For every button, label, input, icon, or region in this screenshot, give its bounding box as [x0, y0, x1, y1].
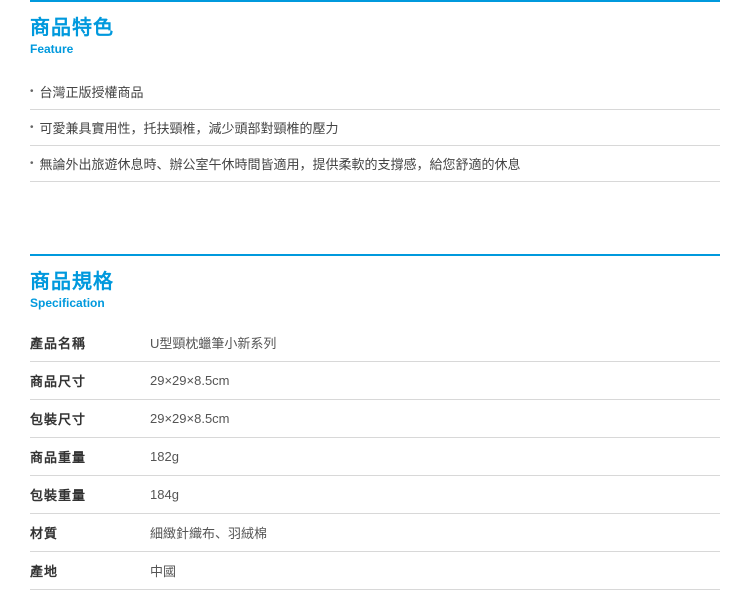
feature-title-zh: 商品特色 [30, 16, 720, 40]
feature-text: 無論外出旅遊休息時、辦公室午休時間皆適用，提供柔軟的支撐感，給您舒適的休息 [40, 154, 521, 173]
feature-header: 商品特色 Feature [30, 16, 720, 56]
spec-label: 材質 [30, 514, 150, 552]
spec-value: 中國 [150, 552, 720, 590]
spec-value: 29×29×8.5cm [150, 400, 720, 438]
spec-rule [30, 254, 720, 256]
feature-list: 台灣正版授權商品 可愛兼具實用性，托扶頸椎，減少頭部對頸椎的壓力 無論外出旅遊休… [30, 74, 720, 182]
spec-label: 包裝重量 [30, 476, 150, 514]
spec-row: 產品名稱 U型頸枕蠟筆小新系列 [30, 324, 720, 362]
spec-label: 產品名稱 [30, 324, 150, 362]
spec-title-en: Specification [30, 296, 720, 310]
spec-value: 細緻針織布、羽絨棉 [150, 514, 720, 552]
spec-title-zh: 商品規格 [30, 270, 720, 294]
spec-header: 商品規格 Specification [30, 270, 720, 310]
spec-label: 商品重量 [30, 438, 150, 476]
spec-row: 商品尺寸 29×29×8.5cm [30, 362, 720, 400]
spec-value: 182g [150, 438, 720, 476]
spec-value: U型頸枕蠟筆小新系列 [150, 324, 720, 362]
spec-row: 材質 細緻針織布、羽絨棉 [30, 514, 720, 552]
spec-row: 包裝重量 184g [30, 476, 720, 514]
spec-label: 商品尺寸 [30, 362, 150, 400]
feature-title-en: Feature [30, 42, 720, 56]
spec-label: 包裝尺寸 [30, 400, 150, 438]
spec-value: 184g [150, 476, 720, 514]
feature-item: 無論外出旅遊休息時、辦公室午休時間皆適用，提供柔軟的支撐感，給您舒適的休息 [30, 146, 720, 182]
feature-rule [30, 0, 720, 2]
spec-row: 商品重量 182g [30, 438, 720, 476]
feature-section: 商品特色 Feature 台灣正版授權商品 可愛兼具實用性，托扶頸椎，減少頭部對… [0, 0, 750, 182]
feature-item: 台灣正版授權商品 [30, 74, 720, 110]
spec-table: 產品名稱 U型頸枕蠟筆小新系列 商品尺寸 29×29×8.5cm 包裝尺寸 29… [30, 324, 720, 590]
feature-item: 可愛兼具實用性，托扶頸椎，減少頭部對頸椎的壓力 [30, 110, 720, 146]
feature-text: 台灣正版授權商品 [40, 82, 144, 101]
spec-row: 包裝尺寸 29×29×8.5cm [30, 400, 720, 438]
spec-label: 產地 [30, 552, 150, 590]
feature-text: 可愛兼具實用性，托扶頸椎，減少頭部對頸椎的壓力 [40, 118, 339, 137]
spec-section: 商品規格 Specification 產品名稱 U型頸枕蠟筆小新系列 商品尺寸 … [0, 254, 750, 590]
spec-value: 29×29×8.5cm [150, 362, 720, 400]
spec-row: 產地 中國 [30, 552, 720, 590]
section-gap [0, 182, 750, 254]
